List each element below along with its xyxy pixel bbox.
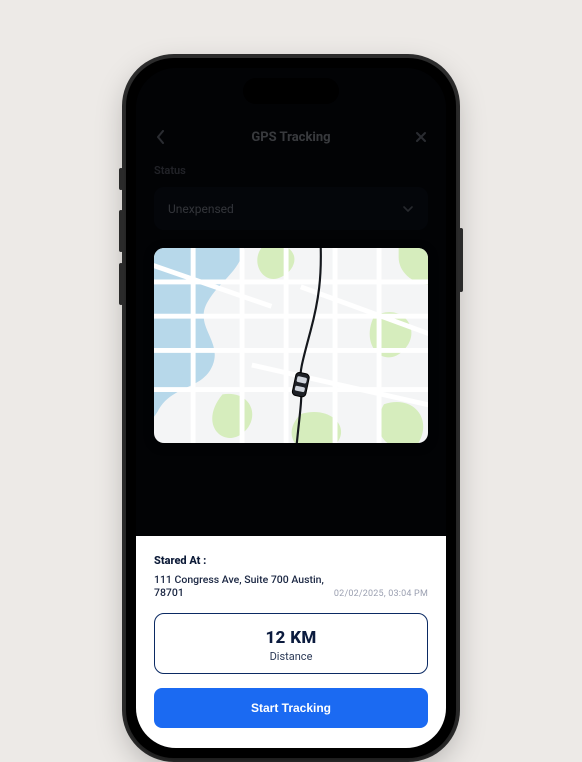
dynamic-island	[243, 78, 339, 104]
gps-tracking-app: GPS Tracking Status Unexpensed	[136, 68, 446, 748]
distance-box: 12 KM Distance	[154, 613, 428, 674]
page-title: GPS Tracking	[251, 130, 330, 145]
phone-side-button	[459, 228, 463, 292]
started-at-label: Stared At :	[154, 554, 326, 567]
phone-side-button	[119, 168, 123, 190]
distance-value: 12 KM	[165, 628, 417, 648]
started-at-row: Stared At : 111 Congress Ave, Suite 700 …	[154, 554, 428, 599]
status-label: Status	[154, 164, 428, 177]
chevron-down-icon	[402, 199, 414, 218]
close-icon	[414, 130, 428, 144]
phone-screen: GPS Tracking Status Unexpensed	[136, 68, 446, 748]
map-preview[interactable]	[154, 248, 428, 443]
top-bar: GPS Tracking	[136, 118, 446, 156]
phone-side-button	[119, 210, 123, 252]
status-section: Status Unexpensed	[136, 156, 446, 230]
status-selected-value: Unexpensed	[168, 202, 234, 216]
bottom-sheet: Stared At : 111 Congress Ave, Suite 700 …	[136, 536, 446, 748]
map-illustration	[154, 248, 428, 443]
distance-label: Distance	[165, 650, 417, 663]
start-tracking-button[interactable]: Start Tracking	[154, 688, 428, 728]
status-dropdown[interactable]: Unexpensed	[154, 187, 428, 230]
started-at-address: 111 Congress Ave, Suite 700 Austin, 7870…	[154, 573, 326, 599]
chevron-left-icon	[155, 129, 167, 145]
phone-device-frame: GPS Tracking Status Unexpensed	[126, 58, 456, 758]
close-button[interactable]	[406, 122, 436, 152]
back-button[interactable]	[146, 122, 176, 152]
phone-side-button	[119, 263, 123, 305]
started-at-timestamp: 02/02/2025, 03:04 PM	[326, 589, 428, 599]
